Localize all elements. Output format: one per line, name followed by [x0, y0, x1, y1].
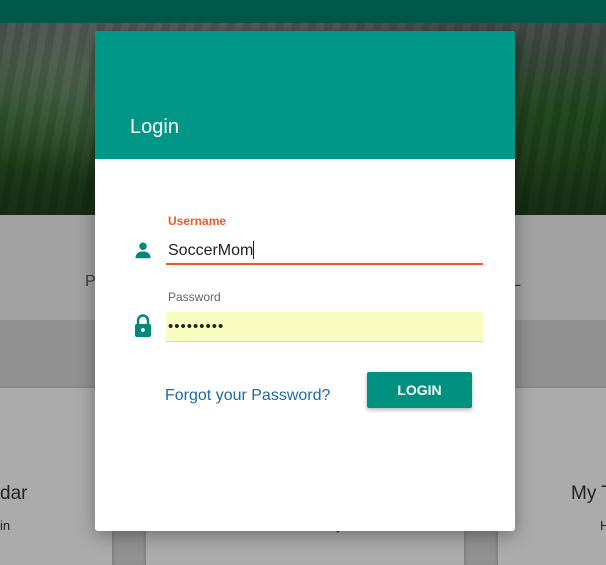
password-label: Password [168, 290, 221, 304]
page: P L dar in y My T H Login Username Passw… [0, 0, 606, 565]
lock-icon [135, 314, 151, 337]
username-field[interactable] [166, 238, 483, 265]
dialog-title: Login [130, 116, 179, 138]
forgot-password-link[interactable]: Forgot your Password? [165, 387, 330, 405]
dialog-header: Login [95, 31, 515, 159]
login-button[interactable]: LOGIN [367, 372, 472, 408]
username-label: Username [168, 214, 227, 228]
login-dialog: Login Username Password Forgot your Pass… [95, 31, 515, 531]
password-field[interactable] [166, 312, 483, 342]
text-caret [253, 241, 254, 259]
person-icon [135, 242, 151, 259]
